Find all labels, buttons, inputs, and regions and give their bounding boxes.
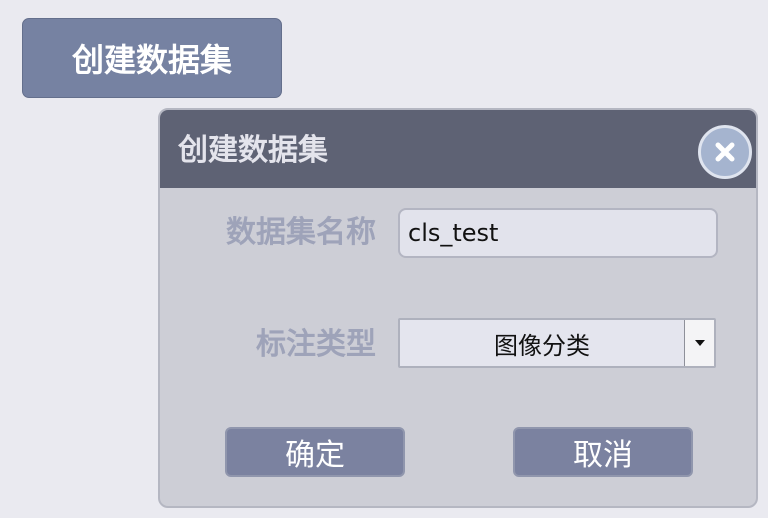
dialog-header: 创建数据集 [160, 110, 756, 188]
dataset-name-label: 数据集名称 [226, 215, 376, 250]
cancel-button[interactable]: 取消 [513, 427, 693, 477]
dropdown-arrow-button[interactable] [684, 320, 714, 366]
annotation-type-label: 标注类型 [256, 327, 376, 362]
annotation-type-value: 图像分类 [494, 331, 590, 360]
close-button[interactable] [698, 125, 752, 179]
create-dataset-button[interactable]: 创建数据集 [22, 18, 282, 98]
dialog-title: 创建数据集 [178, 133, 328, 168]
create-dataset-dialog: 创建数据集 数据集名称 标注类型 图像分类 确定 取消 [158, 108, 758, 508]
page: 创建数据集 创建数据集 数据集名称 标注类型 图像分类 确定 取消 [0, 0, 768, 518]
annotation-type-select[interactable]: 图像分类 [398, 318, 716, 368]
dataset-name-input[interactable] [398, 208, 718, 258]
chevron-down-icon [694, 340, 705, 346]
ok-button[interactable]: 确定 [225, 427, 405, 477]
close-x-icon [715, 142, 735, 162]
